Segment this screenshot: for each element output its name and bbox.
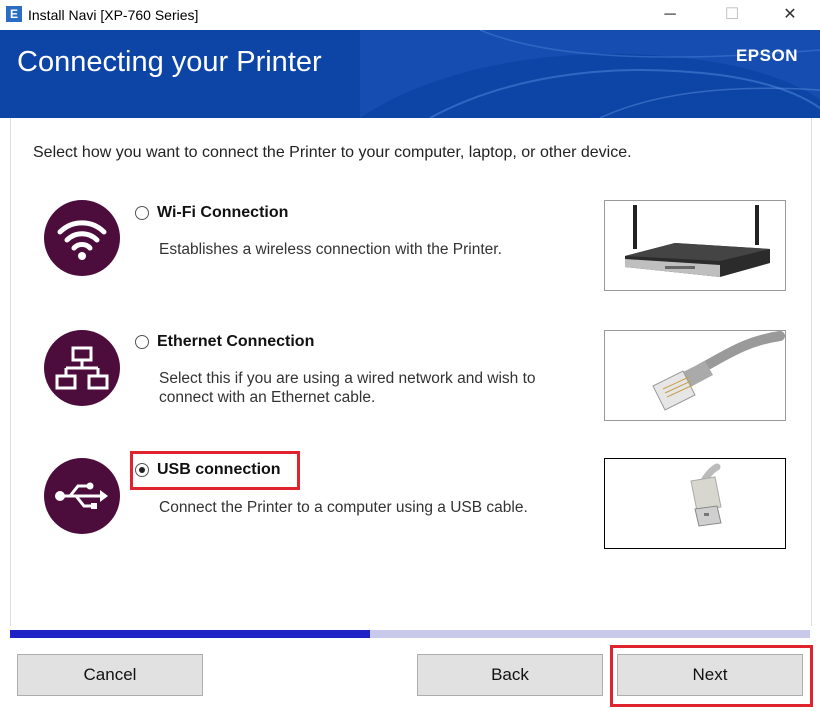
network-icon — [44, 330, 120, 406]
instruction-text: Select how you want to connect the Print… — [33, 144, 632, 161]
back-button[interactable]: Back — [417, 654, 603, 696]
page-title: Connecting your Printer — [17, 46, 322, 78]
footer: Cancel Back Next — [0, 638, 820, 711]
wifi-radio[interactable] — [135, 206, 149, 220]
option-description: Establishes a wireless connection with t… — [159, 241, 502, 258]
main-content: Select how you want to connect the Print… — [10, 118, 812, 626]
progress-bar — [10, 630, 810, 638]
option-description: Connect the Printer to a computer using … — [159, 499, 528, 516]
ethernet-radio[interactable] — [135, 335, 149, 349]
wifi-icon — [44, 200, 120, 276]
cancel-button[interactable]: Cancel — [17, 654, 203, 696]
window-title: Install Navi [XP-760 Series] — [28, 7, 199, 23]
ethernet-cable-image — [604, 330, 786, 421]
progress-fill — [10, 630, 370, 638]
close-button[interactable]: ✕ — [768, 2, 812, 28]
router-image — [604, 200, 786, 291]
app-icon: E — [6, 6, 22, 22]
usb-cable-image — [604, 458, 786, 549]
option-label[interactable]: Wi-Fi Connection — [157, 204, 288, 222]
usb-icon — [44, 458, 120, 534]
option-label[interactable]: Ethernet Connection — [157, 333, 314, 351]
usb-highlight-box — [130, 451, 300, 490]
minimize-button[interactable]: ─ — [648, 2, 692, 28]
window-titlebar: E Install Navi [XP-760 Series] ─ ☐ ✕ — [0, 0, 820, 30]
option-description: Select this if you are using a wired net… — [159, 370, 536, 406]
next-highlight-box — [610, 645, 813, 707]
header-banner: Connecting your Printer EPSON — [0, 30, 820, 118]
maximize-button[interactable]: ☐ — [710, 2, 754, 28]
epson-logo: EPSON — [735, 46, 798, 65]
